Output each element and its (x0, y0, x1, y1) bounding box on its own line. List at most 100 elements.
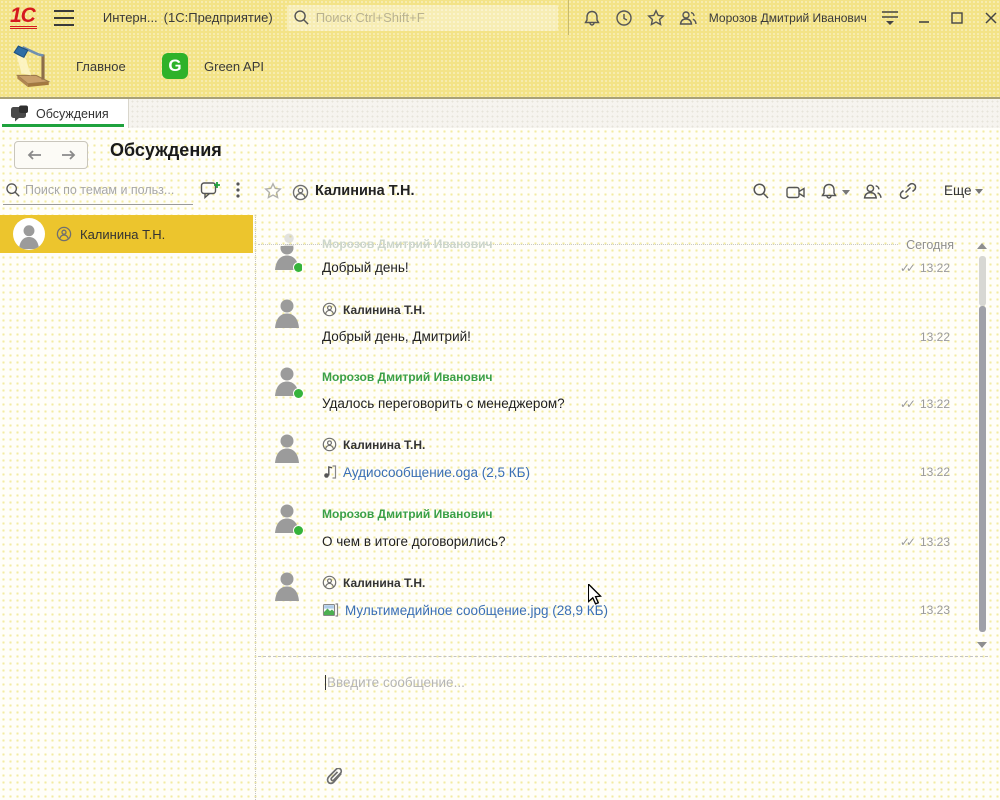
avatar (13, 218, 45, 250)
message-input-placeholder: Введите сообщение... (327, 675, 465, 690)
favorite-star-icon[interactable] (264, 182, 282, 200)
attachment-link[interactable]: Аудиосообщение.oga (2,5 КБ) (343, 465, 530, 480)
sidebar-search[interactable]: Поиск по темам и польз... (3, 178, 253, 206)
sections-panel: Главное G Green API (0, 35, 1000, 97)
online-dot (293, 262, 302, 272)
message-time: 13:23 (920, 603, 950, 617)
chat-bubbles-icon (10, 105, 29, 123)
discussion-item-name: Калинина Т.Н. (80, 227, 165, 242)
history-icon[interactable] (615, 9, 633, 27)
notifications-bell-icon[interactable] (583, 9, 601, 27)
avatar (278, 232, 300, 246)
message-text: О чем в итоге договорились? (322, 534, 506, 549)
sidebar-chat-divider (255, 215, 256, 800)
message-attachment: Аудиосообщение.oga (2,5 КБ) (322, 464, 530, 480)
sidebar-search-underline (3, 204, 193, 205)
chat-search-icon[interactable] (752, 182, 770, 200)
copy-link-icon[interactable] (898, 182, 917, 200)
video-call-icon[interactable] (785, 184, 806, 201)
sidebar-search-placeholder: Поиск по темам и польз... (25, 183, 174, 197)
more-dropdown-caret (975, 189, 983, 194)
tab-discussions-label: Обсуждения (36, 107, 109, 121)
text-caret (325, 675, 326, 690)
app-window: 1С Интерн...(1С:Предприятие) Поиск Ctrl+… (0, 0, 1000, 800)
avatar (272, 433, 302, 463)
favorites-star-icon[interactable] (647, 9, 665, 27)
chat-notifications-bell-icon[interactable] (820, 182, 838, 200)
desk-lamp-icon (12, 44, 52, 88)
nav-forward-button[interactable] (50, 141, 88, 169)
section-green-api[interactable]: G Green API (162, 35, 264, 97)
avatar (272, 571, 302, 601)
content-area: Обсуждения Поиск по темам и польз... Кал… (0, 128, 1000, 800)
scrollbar-down-arrow[interactable] (977, 642, 987, 648)
message-sender: Морозов Дмитрий Иванович (322, 370, 492, 384)
add-members-icon[interactable] (863, 182, 882, 200)
section-glavnoe[interactable]: Главное (12, 35, 126, 97)
date-separator: Морозов Дмитрий Иванович Сегодня (258, 236, 978, 252)
online-dot (293, 525, 304, 536)
read-receipt-icon: ✓✓ (900, 261, 912, 275)
global-search-input[interactable]: Поиск Ctrl+Shift+F (287, 5, 558, 31)
message-meta: ✓✓13:22 (900, 261, 950, 275)
scrollbar-up-arrow[interactable] (977, 243, 987, 249)
person-circle-icon (292, 184, 309, 201)
person-circle-icon (322, 575, 337, 590)
message-time: 13:22 (920, 465, 950, 479)
avatar (272, 503, 302, 533)
person-circle-icon (322, 302, 337, 317)
image-file-icon (322, 602, 339, 618)
bell-dropdown-caret[interactable] (842, 190, 850, 195)
message-sender: Калинина Т.Н. (322, 302, 425, 317)
main-menu-icon[interactable] (53, 7, 75, 29)
read-receipt-icon: ✓✓ (900, 535, 912, 549)
mouse-cursor (588, 584, 602, 605)
input-area-separator (258, 656, 988, 657)
sidebar-menu-kebab-icon[interactable] (236, 182, 240, 198)
open-windows-tabbar: Обсуждения (0, 99, 1000, 128)
message-input[interactable]: Введите сообщение... (325, 675, 465, 690)
message-meta: ✓✓13:23 (900, 535, 950, 549)
message-sender: Калинина Т.Н. (322, 437, 425, 452)
page-title: Обсуждения (110, 140, 222, 161)
maximize-button[interactable] (948, 8, 966, 28)
tab-discussions[interactable]: Обсуждения (0, 99, 129, 128)
scrollbar-track[interactable] (979, 256, 986, 306)
attachment-link[interactable]: Мультимедийное сообщение.jpg (28,9 КБ) (345, 603, 608, 618)
new-discussion-icon[interactable] (200, 180, 221, 199)
attach-file-paperclip-icon[interactable] (326, 768, 343, 785)
person-circle-icon (56, 226, 72, 242)
current-user-name[interactable]: Морозов Дмитрий Иванович (709, 11, 867, 25)
avatar (272, 366, 302, 396)
close-button[interactable] (982, 8, 1000, 28)
online-dot (293, 388, 304, 399)
scrollbar-thumb[interactable] (979, 306, 986, 632)
read-receipt-icon: ✓✓ (900, 397, 912, 411)
1c-logo: 1С (10, 6, 37, 29)
service-menu-icon[interactable] (881, 9, 899, 27)
window-title: Интерн...(1С:Предприятие) (103, 10, 273, 25)
chat-title: Калинина Т.Н. (315, 183, 415, 199)
message-sender: Морозов Дмитрий Иванович (322, 507, 492, 521)
audio-file-icon (322, 464, 337, 480)
avatar (272, 298, 302, 328)
nav-back-button[interactable] (14, 141, 53, 169)
global-search-placeholder: Поиск Ctrl+Shift+F (316, 10, 425, 25)
more-menu-button[interactable]: Еще (944, 183, 983, 198)
section-green-api-label: Green API (204, 59, 264, 74)
title-bar: 1С Интерн...(1С:Предприятие) Поиск Ctrl+… (0, 0, 1000, 35)
message-attachment: Мультимедийное сообщение.jpg (28,9 КБ) (322, 602, 608, 618)
date-label: Сегодня (906, 238, 954, 252)
message-time: 13:22 (920, 330, 950, 344)
ghost-sender-name: Морозов Дмитрий Иванович (322, 237, 492, 251)
message-text: Удалось переговорить с менеджером? (322, 396, 565, 411)
message-sender: Калинина Т.Н. (322, 575, 425, 590)
discussion-list-item[interactable]: Калинина Т.Н. (0, 215, 253, 253)
message-meta: ✓✓13:22 (900, 397, 950, 411)
discussions-people-icon[interactable] (679, 9, 697, 27)
search-icon (293, 9, 310, 26)
titlebar-divider (568, 0, 569, 35)
green-api-icon: G (162, 53, 188, 79)
avatar (272, 246, 302, 272)
minimize-button[interactable] (915, 8, 933, 28)
